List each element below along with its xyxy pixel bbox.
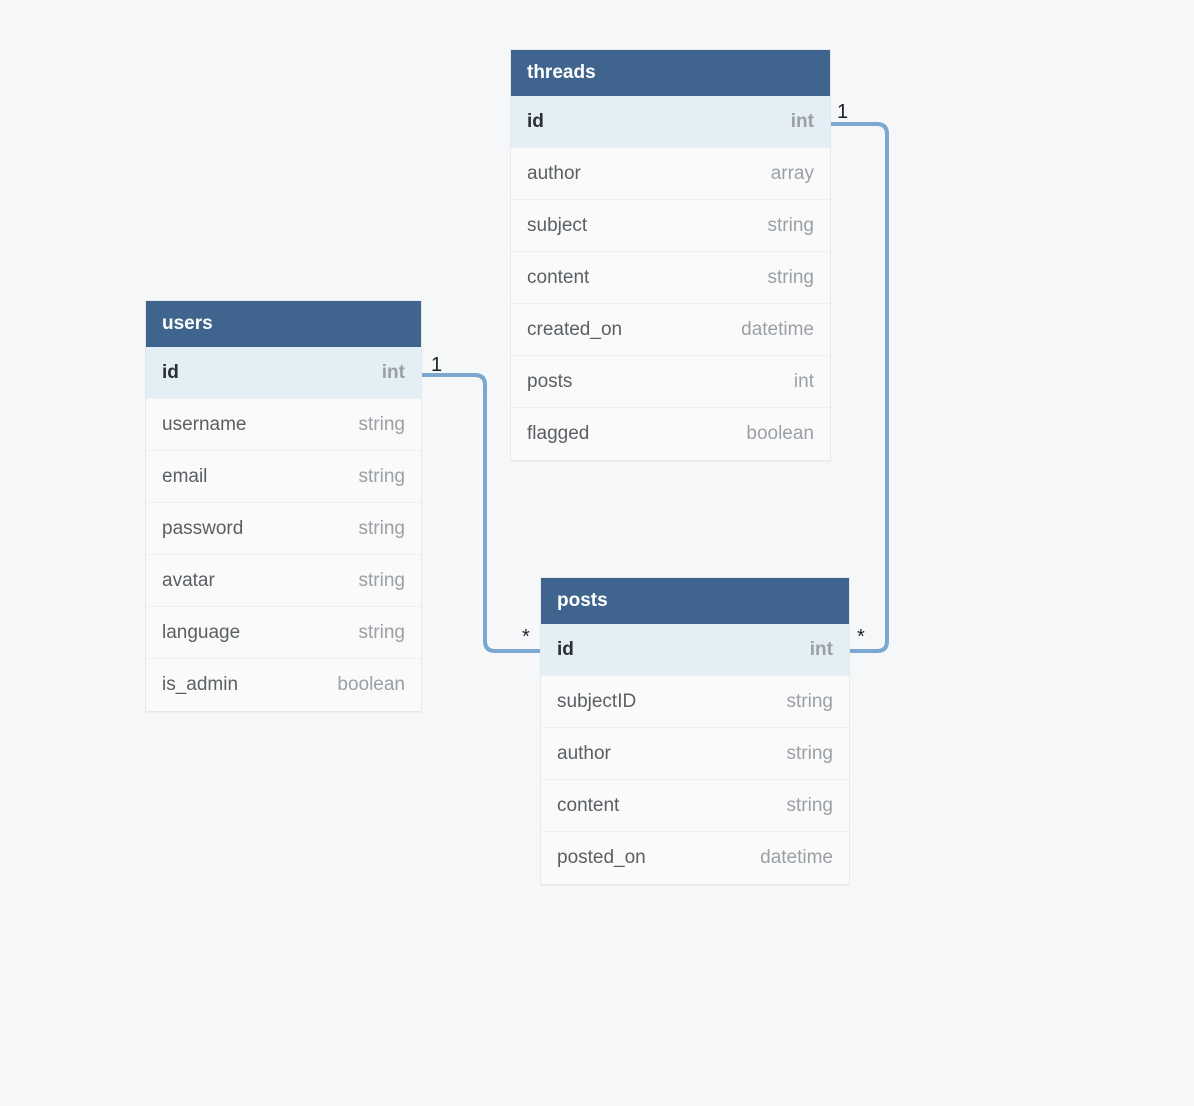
entity-threads[interactable]: threads id int author array subject stri…	[510, 49, 831, 461]
field-row: posted_on datetime	[541, 832, 849, 884]
field-row: email string	[146, 451, 421, 503]
field-name: id	[557, 639, 574, 661]
field-type: string	[359, 570, 405, 592]
field-row: author string	[541, 728, 849, 780]
field-type: string	[359, 466, 405, 488]
field-type: int	[810, 639, 833, 661]
entity-posts[interactable]: posts id int subjectID string author str…	[540, 577, 850, 885]
field-type: datetime	[741, 319, 814, 341]
cardinality-posts-many-right: *	[857, 626, 865, 649]
field-name: posted_on	[557, 847, 646, 869]
field-row: flagged boolean	[511, 408, 830, 460]
field-name: avatar	[162, 570, 215, 592]
field-row: language string	[146, 607, 421, 659]
field-row: posts int	[511, 356, 830, 408]
field-type: int	[382, 362, 405, 384]
entity-users[interactable]: users id int username string email strin…	[145, 300, 422, 712]
field-type: array	[771, 163, 814, 185]
field-name: id	[527, 111, 544, 133]
field-name: language	[162, 622, 240, 644]
field-type: string	[768, 267, 814, 289]
field-row: id int	[511, 96, 830, 148]
entity-threads-header: threads	[511, 50, 830, 96]
field-row: subjectID string	[541, 676, 849, 728]
field-name: author	[557, 743, 611, 765]
field-type: string	[359, 518, 405, 540]
field-type: boolean	[337, 674, 405, 696]
field-name: content	[527, 267, 589, 289]
field-type: string	[787, 691, 833, 713]
field-row: id int	[146, 347, 421, 399]
field-type: string	[359, 622, 405, 644]
field-name: username	[162, 414, 247, 436]
field-row: username string	[146, 399, 421, 451]
entity-users-header: users	[146, 301, 421, 347]
field-row: subject string	[511, 200, 830, 252]
field-name: email	[162, 466, 207, 488]
field-name: created_on	[527, 319, 622, 341]
field-type: string	[787, 743, 833, 765]
field-type: string	[768, 215, 814, 237]
field-name: content	[557, 795, 619, 817]
field-name: id	[162, 362, 179, 384]
field-name: password	[162, 518, 243, 540]
field-type: datetime	[760, 847, 833, 869]
field-row: id int	[541, 624, 849, 676]
field-name: subjectID	[557, 691, 636, 713]
field-type: string	[359, 414, 405, 436]
field-row: is_admin boolean	[146, 659, 421, 711]
field-row: created_on datetime	[511, 304, 830, 356]
field-name: subject	[527, 215, 587, 237]
field-name: posts	[527, 371, 572, 393]
field-type: int	[791, 111, 814, 133]
cardinality-posts-many-left: *	[522, 626, 530, 649]
field-name: author	[527, 163, 581, 185]
field-type: int	[794, 371, 814, 393]
field-name: is_admin	[162, 674, 238, 696]
field-row: content string	[541, 780, 849, 832]
field-row: author array	[511, 148, 830, 200]
cardinality-users-one: 1	[431, 354, 442, 377]
field-type: boolean	[746, 423, 814, 445]
entity-posts-header: posts	[541, 578, 849, 624]
field-row: password string	[146, 503, 421, 555]
field-row: content string	[511, 252, 830, 304]
field-type: string	[787, 795, 833, 817]
field-name: flagged	[527, 423, 589, 445]
field-row: avatar string	[146, 555, 421, 607]
cardinality-threads-one: 1	[837, 101, 848, 124]
